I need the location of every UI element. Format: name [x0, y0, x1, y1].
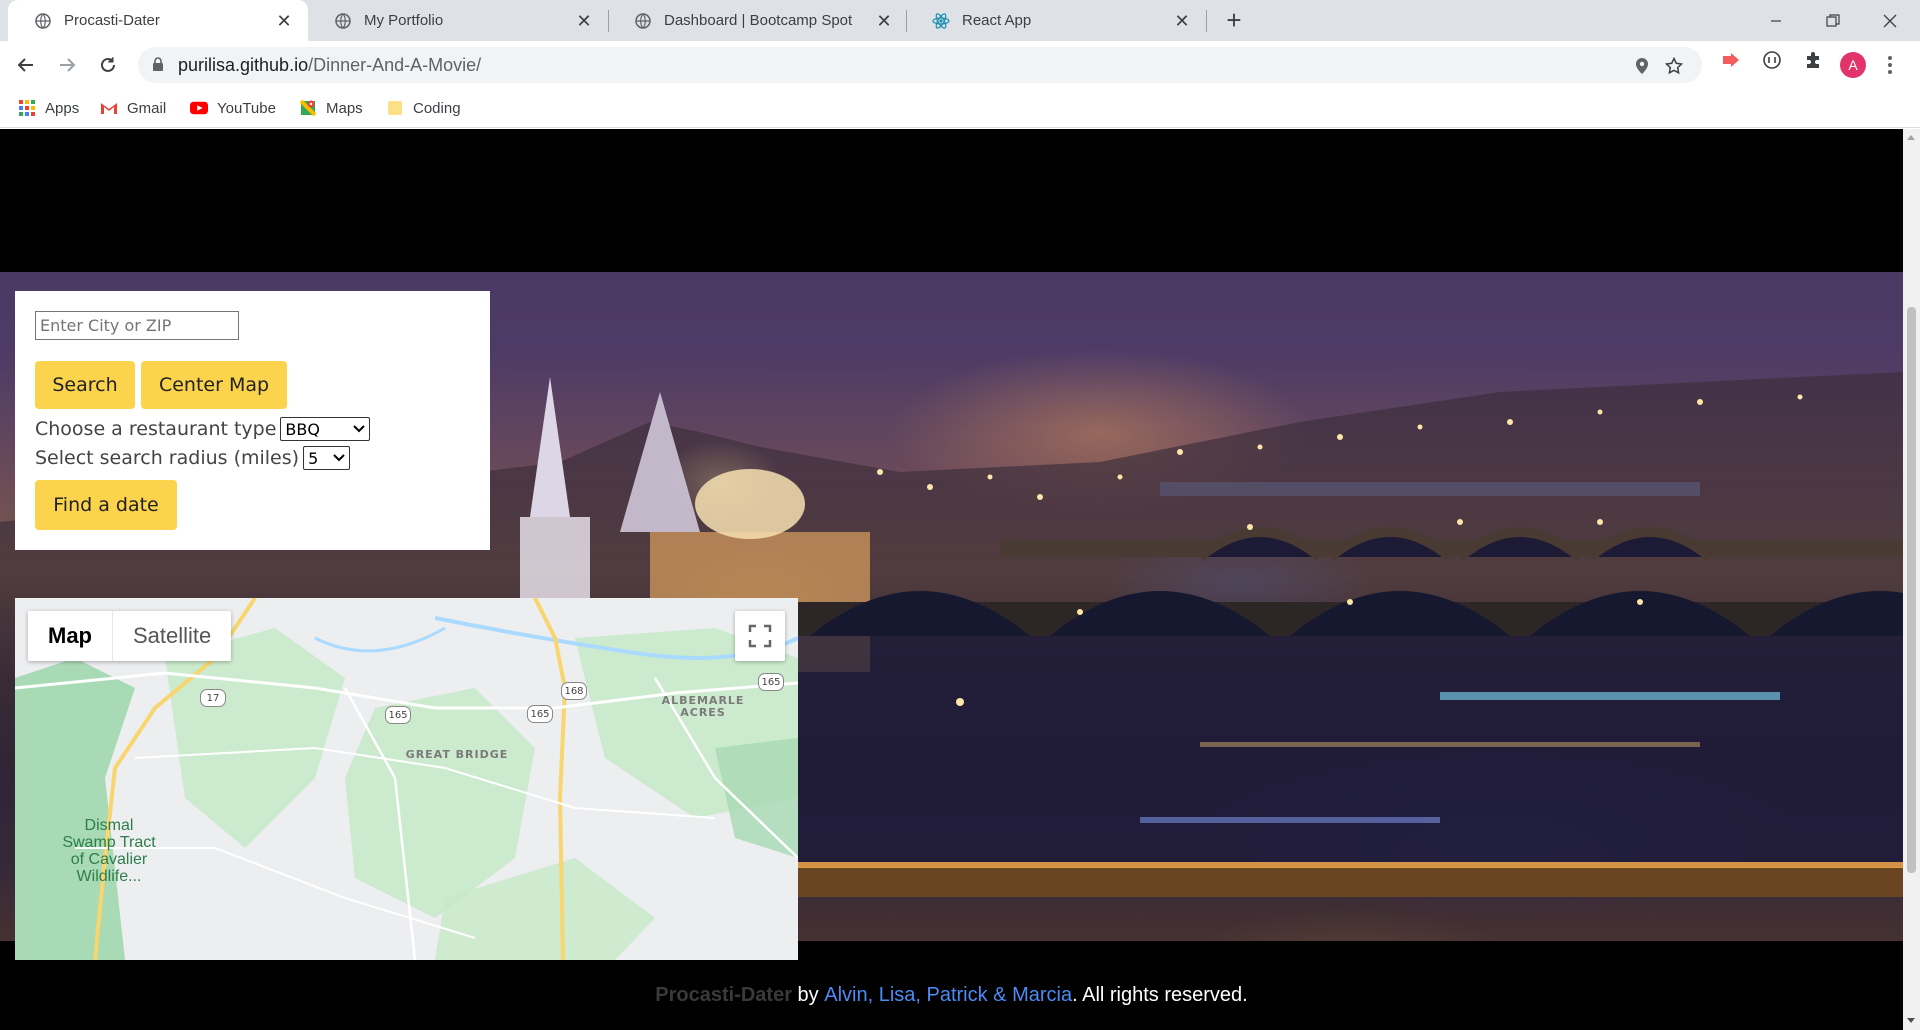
minimize-button[interactable] [1746, 0, 1806, 41]
center-map-button[interactable]: Center Map [141, 361, 287, 409]
bookmarks-bar: Apps Gmail YouTube Maps Coding [0, 88, 1920, 128]
tab-bootcamp-spot[interactable]: Dashboard | Bootcamp Spot ✕ [608, 0, 908, 41]
search-panel: Search Center Map Choose a restaurant ty… [15, 291, 490, 550]
route-shield: 165 [527, 705, 553, 723]
bookmark-coding[interactable]: Coding [386, 97, 461, 119]
bookmark-gmail[interactable]: Gmail [100, 97, 166, 119]
extensions-puzzle-icon[interactable] [1800, 47, 1826, 73]
extension-arrow-icon[interactable] [1718, 47, 1744, 73]
tab-my-portfolio[interactable]: My Portfolio ✕ [308, 0, 608, 41]
close-tab-icon[interactable]: ✕ [574, 11, 594, 31]
tab-separator [1206, 10, 1207, 32]
location-icon[interactable] [1632, 56, 1652, 76]
tab-react-app[interactable]: React App ✕ [906, 0, 1206, 41]
globe-icon [634, 12, 652, 30]
profile-avatar[interactable]: A [1840, 52, 1866, 78]
search-button[interactable]: Search [35, 361, 135, 409]
lock-icon [152, 57, 164, 77]
scroll-up-arrow-icon[interactable] [1907, 135, 1915, 140]
footer-rights: . All rights reserved. [1072, 984, 1248, 1006]
chevron-down-icon [353, 422, 366, 436]
radius-row: Select search radius (miles) 5 [35, 446, 351, 470]
address-bar[interactable]: purilisa.github.io/Dinner-And-A-Movie/ [138, 47, 1702, 83]
restaurant-type-row: Choose a restaurant type BBQ [35, 417, 371, 441]
map-label-dismal-swamp: Dismal Swamp Tract of Cavalier Wildlife.… [62, 817, 156, 885]
react-icon [932, 12, 950, 30]
page-footer: Procasti-Dater by Alvin, Lisa, Patrick &… [0, 961, 1903, 1030]
route-shield: 168 [561, 682, 587, 700]
browser-menu-icon[interactable] [1882, 52, 1898, 78]
restaurant-type-label: Choose a restaurant type [35, 418, 277, 440]
forward-button[interactable] [51, 49, 83, 81]
url-path: /Dinner-And-A-Movie/ [308, 55, 482, 75]
restaurant-type-select[interactable]: BBQ [280, 417, 371, 441]
map-label-great-bridge: GREAT BRIDGE [405, 748, 509, 761]
close-tab-icon[interactable]: ✕ [1172, 11, 1192, 31]
close-window-button[interactable] [1860, 0, 1920, 41]
fullscreen-icon[interactable] [735, 611, 785, 661]
back-button[interactable] [10, 49, 42, 81]
tab-title: Procasti-Dater [64, 12, 160, 29]
scroll-down-arrow-icon[interactable] [1907, 1018, 1915, 1023]
restaurant-type-value: BBQ [285, 419, 320, 439]
bookmark-label: Apps [45, 99, 80, 117]
chevron-down-icon [333, 451, 345, 465]
route-shield: 17 [200, 689, 226, 707]
url-host: purilisa.github.io [178, 55, 309, 75]
radius-label: Select search radius (miles) [35, 447, 300, 469]
map-type-control: Map Satellite [28, 611, 232, 661]
extension-circle-icon[interactable] [1759, 47, 1785, 73]
restore-button[interactable] [1803, 0, 1863, 41]
globe-icon [34, 12, 52, 30]
youtube-icon [190, 99, 208, 117]
close-tab-icon[interactable]: ✕ [274, 11, 294, 31]
close-tab-icon[interactable]: ✕ [874, 11, 894, 31]
tab-procasti-dater[interactable]: Procasti-Dater ✕ [8, 0, 308, 41]
scrollbar-thumb[interactable] [1907, 307, 1916, 873]
footer-authors-link[interactable]: Alvin, Lisa, Patrick & Marcia [824, 984, 1072, 1007]
folder-icon [386, 99, 404, 117]
bookmark-maps[interactable]: Maps [299, 97, 363, 119]
city-zip-input[interactable] [35, 311, 239, 340]
route-shield: 165 [758, 673, 784, 691]
map-type-satellite-button[interactable]: Satellite [113, 611, 231, 661]
footer-by: by [791, 984, 825, 1006]
reload-button[interactable] [92, 49, 124, 81]
find-date-button[interactable]: Find a date [35, 480, 177, 530]
apps-grid-icon [18, 99, 36, 117]
bookmark-youtube[interactable]: YouTube [190, 97, 276, 119]
map-label-albemarle-acres: ALBEMARLE ACRES [661, 694, 745, 719]
tab-title: My Portfolio [364, 12, 444, 29]
footer-brand: Procasti-Dater [655, 984, 792, 1006]
page-scrollbar[interactable] [1903, 129, 1920, 1030]
gmail-icon [100, 99, 118, 117]
route-shield: 165 [385, 706, 411, 724]
google-map[interactable]: Map Satellite 17 165 165 168 165 ALBEMAR… [15, 598, 798, 960]
new-tab-button[interactable]: + [1221, 7, 1247, 34]
tab-strip: Procasti-Dater ✕ My Portfolio ✕ Dashboar… [0, 0, 1920, 41]
bookmark-label: Maps [326, 99, 363, 117]
radius-value: 5 [308, 448, 319, 468]
maps-icon [299, 99, 317, 117]
radius-select[interactable]: 5 [303, 446, 351, 470]
map-type-map-button[interactable]: Map [28, 611, 113, 661]
bookmark-apps[interactable]: Apps [18, 97, 79, 119]
tab-title: React App [962, 12, 1032, 29]
bookmark-label: YouTube [217, 99, 276, 117]
globe-icon [334, 12, 352, 30]
tab-title: Dashboard | Bootcamp Spot [664, 12, 853, 29]
bookmark-label: Gmail [127, 99, 167, 117]
url-text: purilisa.github.io/Dinner-And-A-Movie/ [178, 55, 481, 76]
bookmark-label: Coding [413, 99, 461, 117]
bookmark-star-icon[interactable] [1664, 56, 1684, 76]
browser-toolbar: purilisa.github.io/Dinner-And-A-Movie/ A [0, 41, 1920, 88]
page-viewport: Search Center Map Choose a restaurant ty… [0, 129, 1903, 1030]
